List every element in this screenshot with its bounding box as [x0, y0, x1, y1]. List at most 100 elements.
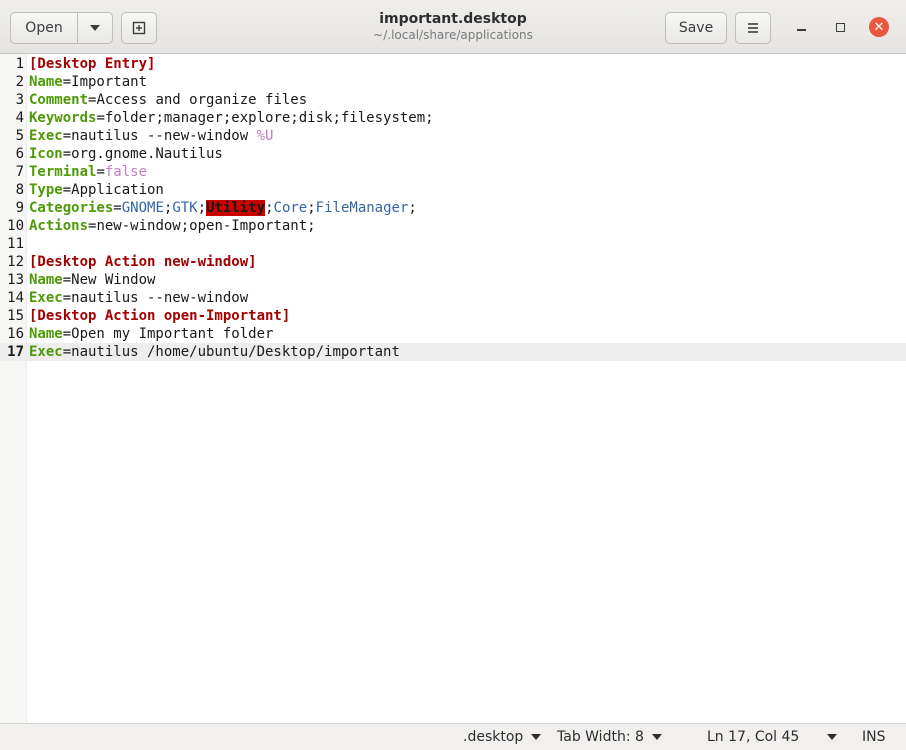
syntax-token: GNOME	[121, 200, 164, 216]
syntax-token: ;	[265, 200, 274, 216]
line-text: Name=Open my Important folder	[29, 325, 273, 343]
code-line[interactable]: 7 Terminal=false	[0, 163, 906, 181]
minimize-icon	[796, 29, 806, 31]
line-text: [Desktop Entry]	[29, 55, 155, 73]
code-line[interactable]: 8 Type=Application	[0, 181, 906, 199]
syntax-token: =Access and organize files	[88, 92, 308, 108]
close-icon: ✕	[873, 19, 885, 35]
language-label: .desktop	[463, 729, 524, 745]
code-line[interactable]: 12 [Desktop Action new-window]	[0, 253, 906, 271]
close-button[interactable]: ✕	[869, 17, 889, 37]
line-text: Keywords=folder;manager;explore;disk;fil…	[29, 109, 434, 127]
language-selector[interactable]: .desktop	[463, 729, 542, 745]
chevron-down-icon	[90, 25, 100, 31]
cursor-position-selector[interactable]: Ln 17, Col 45	[707, 729, 838, 745]
chevron-down-icon	[651, 734, 662, 740]
text-editor[interactable]: 1 [Desktop Entry] 2 Name=Important 3 Comment=…	[0, 54, 906, 723]
code-line[interactable]: 15 [Desktop Action open-Important]	[0, 307, 906, 325]
line-text: Icon=org.gnome.Nautilus	[29, 145, 223, 163]
syntax-token: Icon	[29, 146, 63, 162]
tab-width-label: Tab Width: 8	[557, 729, 644, 745]
syntax-token: =folder;manager;explore;disk;filesystem;	[96, 110, 434, 126]
code-line[interactable]: 11	[0, 235, 906, 253]
line-number: 11	[7, 236, 24, 252]
line-text: Comment=Access and organize files	[29, 91, 307, 109]
code-line[interactable]: 2 Name=Important	[0, 73, 906, 91]
syntax-token: Categories	[29, 200, 114, 216]
line-text: Terminal=false	[29, 163, 147, 181]
line-number: 8	[15, 182, 24, 198]
line-number: 12	[7, 254, 24, 270]
status-bar: .desktop Tab Width: 8 Ln 17, Col 45 INS	[0, 723, 906, 750]
syntax-token: Actions	[29, 218, 89, 234]
syntax-token: Exec	[29, 344, 63, 360]
line-text: Categories=GNOME;GTK;Utility;Core;FileMa…	[29, 199, 417, 217]
line-text: [Desktop Action new-window]	[29, 253, 257, 271]
code-line[interactable]: 3 Comment=Access and organize files	[0, 91, 906, 109]
code-line[interactable]: 5 Exec=nautilus --new-window %U	[0, 127, 906, 145]
open-recent-dropdown-button[interactable]	[77, 12, 113, 44]
maximize-icon	[835, 22, 845, 32]
code-line[interactable]: 9 Categories=GNOME;GTK;Utility;Core;FileM…	[0, 199, 906, 217]
syntax-token: Name	[29, 326, 63, 342]
line-number: 2	[15, 74, 24, 90]
open-button[interactable]: Open	[10, 12, 78, 44]
syntax-token: =nautilus /home/ubuntu/Desktop/important	[62, 344, 400, 360]
line-number: 15	[7, 308, 24, 324]
line-number: 17	[7, 344, 24, 360]
line-number: 1	[15, 56, 24, 72]
syntax-token: =	[96, 164, 105, 180]
save-button[interactable]: Save	[665, 12, 727, 44]
syntax-token: false	[104, 164, 148, 180]
code-line[interactable]: 13 Name=New Window	[0, 271, 906, 289]
line-text: Exec=nautilus --new-window %U	[29, 127, 273, 145]
line-text: Exec=nautilus /home/ubuntu/Desktop/impor…	[29, 343, 400, 361]
new-tab-button[interactable]	[121, 12, 157, 44]
line-number: 16	[7, 326, 24, 342]
line-text: Actions=new-window;open-Important;	[29, 217, 316, 235]
line-number: 10	[7, 218, 24, 234]
hamburger-menu-button[interactable]	[735, 12, 771, 44]
code-line[interactable]: 14 Exec=nautilus --new-window	[0, 289, 906, 307]
line-number: 4	[15, 110, 24, 126]
syntax-token: Comment	[29, 92, 89, 108]
syntax-token: =org.gnome.Nautilus	[62, 146, 223, 162]
code-line[interactable]: 17 Exec=nautilus /home/ubuntu/Desktop/imp…	[0, 343, 906, 361]
chevron-down-icon	[531, 734, 542, 740]
code-line[interactable]: 4 Keywords=folder;manager;explore;disk;fi…	[0, 109, 906, 127]
line-text: Type=Application	[29, 181, 164, 199]
syntax-token: Utility	[206, 200, 266, 216]
code-line[interactable]: 1 [Desktop Entry]	[0, 55, 906, 73]
syntax-token: Terminal	[29, 164, 97, 180]
syntax-token: [Desktop Action new-window]	[29, 254, 257, 270]
syntax-token: Name	[29, 272, 63, 288]
tab-width-selector[interactable]: Tab Width: 8	[557, 729, 662, 745]
syntax-token: GTK	[172, 200, 198, 216]
syntax-token: Name	[29, 74, 63, 90]
syntax-token: =	[113, 200, 122, 216]
save-button-label: Save	[678, 20, 714, 36]
syntax-token: =Important	[62, 74, 148, 90]
line-number: 9	[15, 200, 24, 216]
syntax-token: Keywords	[29, 110, 97, 126]
hamburger-icon	[748, 23, 758, 33]
insert-mode-label: INS	[862, 729, 886, 745]
syntax-token: ;	[408, 200, 417, 216]
minimize-button[interactable]	[791, 17, 811, 37]
syntax-token: =nautilus --new-window	[62, 290, 249, 306]
syntax-token: =Application	[62, 182, 164, 198]
line-number: 6	[15, 146, 24, 162]
maximize-button[interactable]	[830, 17, 850, 37]
chevron-down-icon	[827, 734, 838, 740]
code-line[interactable]: 16 Name=Open my Important folder	[0, 325, 906, 343]
line-number: 13	[7, 272, 24, 288]
insert-mode-indicator: INS	[862, 729, 886, 745]
line-number: 7	[15, 164, 24, 180]
syntax-token: =Open my Important folder	[62, 326, 274, 342]
code-line[interactable]: 6 Icon=org.gnome.Nautilus	[0, 145, 906, 163]
syntax-token: =new-window;open-Important;	[88, 218, 316, 234]
line-number: 14	[7, 290, 24, 306]
window-title-area: important.desktop ~/.local/share/applica…	[300, 10, 606, 43]
code-line[interactable]: 10 Actions=new-window;open-Important;	[0, 217, 906, 235]
syntax-token: Exec	[29, 290, 63, 306]
